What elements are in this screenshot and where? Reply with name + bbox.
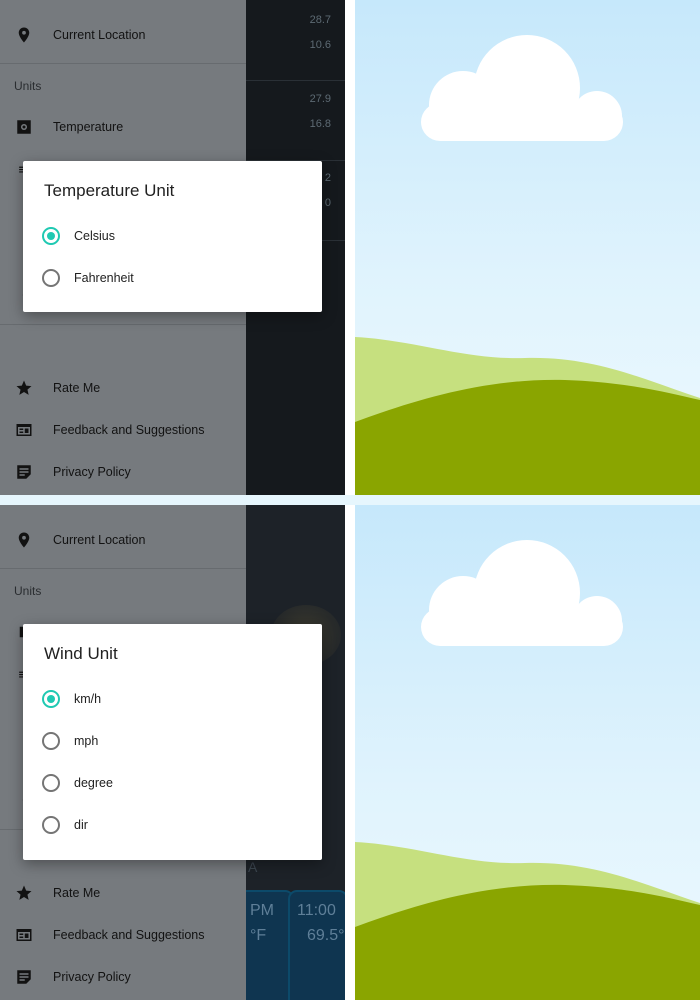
drawer-item-rate-me[interactable]: Rate Me — [0, 872, 246, 914]
option-dir[interactable]: dir — [23, 805, 322, 845]
cloud-icon — [421, 35, 623, 141]
drawer-item-label: Feedback and Suggestions — [53, 423, 205, 437]
radio-button-checked[interactable] — [42, 690, 60, 708]
drawer-item-label: Privacy Policy — [53, 465, 131, 479]
cloud-icon — [421, 540, 623, 646]
forecast-value: 2 — [324, 172, 331, 184]
units-section-header: Units — [14, 584, 42, 598]
hour-time: 11:00 — [297, 902, 336, 919]
forecast-value: 10.6 — [309, 39, 331, 51]
drawer-item-label: Rate Me — [53, 381, 101, 395]
option-label: degree — [74, 776, 113, 790]
drawer-divider — [0, 324, 246, 325]
drawer-item-feedback[interactable]: Feedback and Suggestions — [0, 409, 246, 451]
drawer-item-label: Temperature — [53, 120, 124, 134]
drawer-item-feedback[interactable]: Feedback and Suggestions — [0, 914, 246, 956]
option-kmh[interactable]: km/h — [23, 679, 322, 719]
option-label: Celsius — [74, 229, 115, 243]
radio-button[interactable] — [42, 732, 60, 750]
drawer-item-label: Rate Me — [53, 886, 101, 900]
dialog-title: Temperature Unit — [44, 181, 175, 200]
landscape-illustration — [355, 505, 700, 1000]
forecast-value: 16.8 — [309, 118, 331, 130]
hour-card: 11:00 69.5° — [288, 890, 345, 1000]
drawer-item-current-location[interactable]: Current Location — [0, 519, 246, 561]
option-celsius[interactable]: Celsius — [23, 216, 322, 256]
option-label: mph — [74, 734, 99, 748]
landscape-art — [355, 35, 700, 495]
drawer-item-temperature[interactable]: Temperature — [0, 106, 246, 148]
radio-button[interactable] — [42, 269, 60, 287]
feedback-icon — [0, 926, 53, 944]
top-phone-screen: 28.7 10.6 27.9 16.8 2 0 Current Location… — [0, 0, 345, 495]
drawer-item-current-location[interactable]: Current Location — [0, 14, 246, 56]
drawer-item-privacy-policy[interactable]: Privacy Policy — [0, 956, 246, 998]
drawer-item-label: Privacy Policy — [53, 970, 131, 984]
location-pin-icon — [0, 26, 53, 44]
hour-time: PM — [250, 902, 274, 919]
option-label: Fahrenheit — [74, 271, 134, 285]
bottom-phone-screen: PM °F 11:00 69.5° A Current Location Uni… — [0, 505, 345, 1000]
location-pin-icon — [0, 531, 53, 549]
wind-unit-dialog: Wind Unit km/h mph degree dir — [23, 624, 322, 860]
option-label: km/h — [74, 692, 102, 706]
dialog-title: Wind Unit — [44, 644, 118, 663]
drawer-item-label: Current Location — [53, 28, 146, 42]
radio-button[interactable] — [42, 774, 60, 792]
hour-temp: 69.5° — [307, 927, 345, 944]
star-icon — [0, 379, 53, 397]
panel-gutter — [0, 495, 700, 505]
drawer-divider — [0, 568, 246, 569]
hour-temp: °F — [250, 927, 267, 944]
forecast-value: 27.9 — [309, 93, 331, 105]
option-label: dir — [74, 818, 88, 832]
units-section-header: Units — [14, 79, 42, 93]
drawer-item-privacy-policy[interactable]: Privacy Policy — [0, 451, 246, 493]
radio-button-checked[interactable] — [42, 227, 60, 245]
option-fahrenheit[interactable]: Fahrenheit — [23, 258, 322, 298]
document-icon — [0, 968, 53, 986]
radio-button[interactable] — [42, 816, 60, 834]
background-label: A — [248, 859, 258, 875]
star-icon — [0, 884, 53, 902]
drawer-divider — [0, 63, 246, 64]
drawer-item-rate-me[interactable]: Rate Me — [0, 367, 246, 409]
drawer-item-label: Current Location — [53, 533, 146, 547]
temperature-unit-dialog: Temperature Unit Celsius Fahrenheit — [23, 161, 322, 312]
option-mph[interactable]: mph — [23, 721, 322, 761]
divider — [246, 80, 345, 81]
thermometer-icon — [0, 118, 53, 136]
forecast-value: 28.7 — [309, 14, 331, 26]
drawer-item-label: Feedback and Suggestions — [53, 928, 205, 942]
document-icon — [0, 463, 53, 481]
feedback-icon — [0, 421, 53, 439]
landscape-illustration — [355, 0, 700, 495]
forecast-value: 0 — [324, 197, 331, 209]
option-degree[interactable]: degree — [23, 763, 322, 803]
landscape-art — [355, 540, 700, 1000]
